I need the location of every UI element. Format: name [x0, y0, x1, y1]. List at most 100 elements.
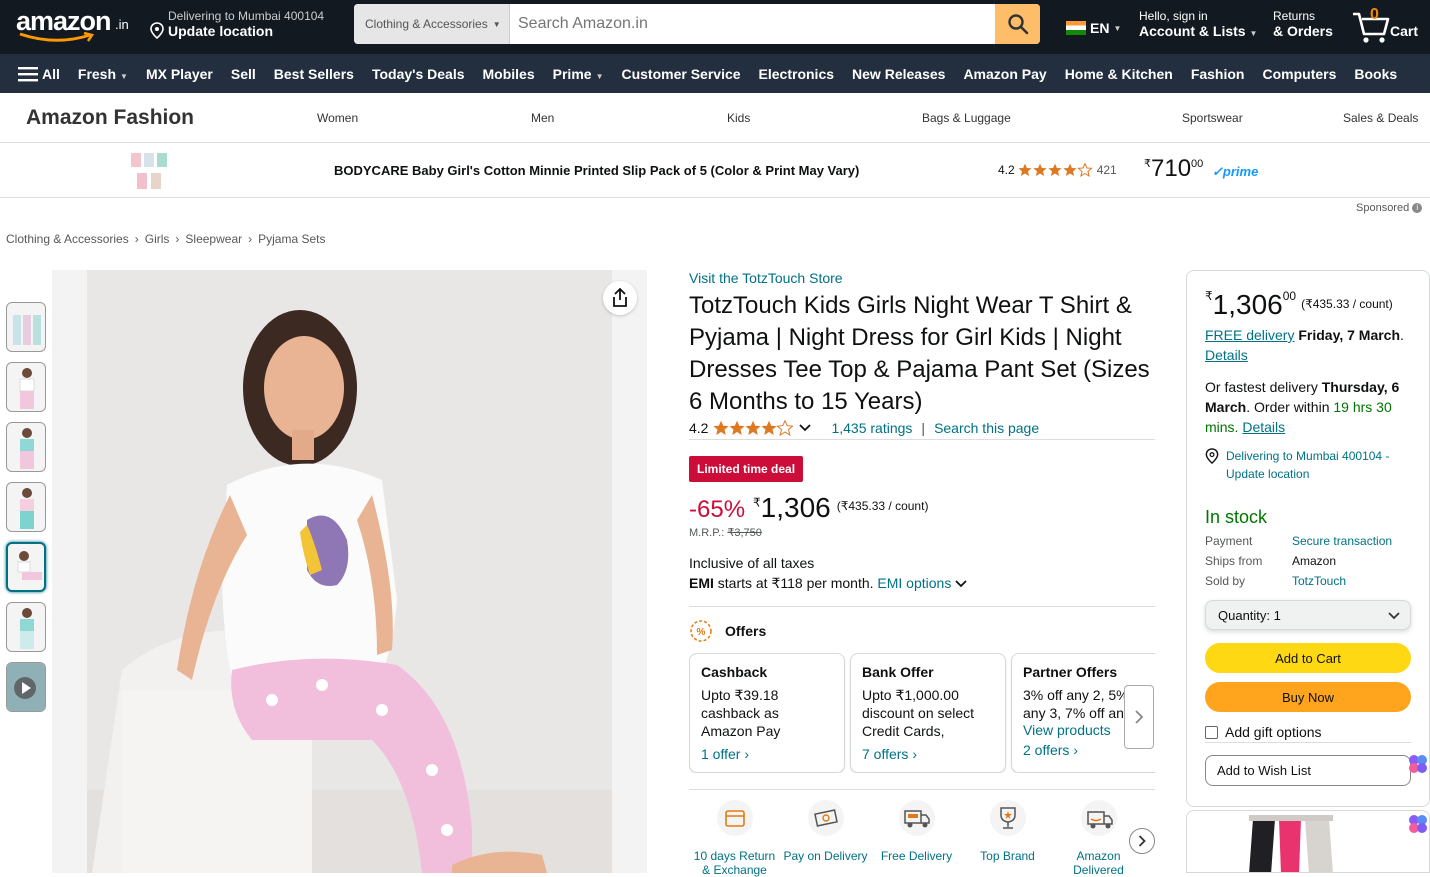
- fashion-cat-sportswear[interactable]: Sportswear: [1182, 111, 1243, 125]
- thumbnail[interactable]: [6, 362, 46, 412]
- nav-item-best-sellers[interactable]: Best Sellers: [274, 66, 354, 82]
- main-product-image[interactable]: [52, 270, 647, 873]
- main-nav: All Fresh ▼ MX Player Sell Best Sellers T…: [0, 54, 1430, 93]
- nav-item-home-kitchen[interactable]: Home & Kitchen: [1065, 66, 1173, 82]
- nav-item-electronics[interactable]: Electronics: [759, 66, 834, 82]
- breadcrumb-item[interactable]: Girls: [145, 232, 170, 246]
- add-to-cart-button[interactable]: Add to Cart: [1205, 643, 1411, 673]
- currency-symbol: ₹: [753, 495, 761, 510]
- breadcrumb-item[interactable]: Clothing & Accessories: [6, 232, 129, 246]
- feature-top-brand[interactable]: Top Brand: [962, 798, 1053, 877]
- store-link[interactable]: Visit the TotzTouch Store: [689, 270, 1155, 286]
- sponsored-ad-card[interactable]: [1186, 810, 1430, 873]
- offers-carousel: Cashback Upto ₹39.18 cashback as Amazon …: [689, 653, 1155, 773]
- add-to-wishlist-button[interactable]: Add to Wish List: [1205, 755, 1411, 786]
- nav-item-sell[interactable]: Sell: [231, 66, 256, 82]
- fashion-cat-sales-deals[interactable]: Sales & Deals: [1343, 111, 1418, 125]
- separator: |: [921, 420, 926, 436]
- fashion-cat-bags-luggage[interactable]: Bags & Luggage: [922, 111, 1011, 125]
- amazon-fashion-brand[interactable]: Amazon Fashion: [26, 106, 194, 130]
- all-menu-button[interactable]: All: [18, 66, 60, 82]
- prime-badge: ✓prime: [1212, 164, 1259, 179]
- breadcrumb-item[interactable]: Pyjama Sets: [258, 232, 325, 246]
- feature-free-delivery[interactable]: Free Delivery: [871, 798, 962, 877]
- fashion-cat-kids[interactable]: Kids: [727, 111, 750, 125]
- breadcrumb-item[interactable]: Sleepwear: [185, 232, 242, 246]
- offer-description: Upto ₹1,000.00 discount on select Credit…: [862, 687, 975, 739]
- info-icon: i: [1412, 203, 1423, 213]
- sponsored-rating[interactable]: 4.2 421: [998, 163, 1117, 177]
- gift-options-checkbox[interactable]: [1205, 725, 1218, 739]
- nav-item-label: Prime: [552, 65, 592, 82]
- offer-link[interactable]: 1 offer ›: [701, 746, 833, 762]
- returns-label: Returns: [1273, 9, 1316, 23]
- secure-transaction-link[interactable]: Secure transaction: [1292, 534, 1392, 548]
- language-selector[interactable]: EN ▼: [1066, 20, 1121, 36]
- sponsored-product-title[interactable]: BODYCARE Baby Girl's Cotton Minnie Print…: [334, 163, 859, 178]
- nav-item-mx-player[interactable]: MX Player: [146, 66, 213, 82]
- seller-link[interactable]: TotzTouch: [1292, 574, 1346, 588]
- details-link[interactable]: Details: [1242, 419, 1285, 435]
- offer-card-cashback[interactable]: Cashback Upto ₹39.18 cashback as Amazon …: [689, 653, 845, 773]
- quantity-dropdown[interactable]: Quantity: 1: [1205, 600, 1411, 630]
- offers-header: % Offers: [689, 619, 1155, 643]
- sponsored-product-banner[interactable]: BODYCARE Baby Girl's Cotton Minnie Print…: [0, 143, 1430, 198]
- nav-item-prime[interactable]: Prime ▼: [553, 66, 604, 82]
- thumbnail[interactable]: [6, 422, 46, 472]
- account-lists-label: Account & Lists: [1139, 23, 1246, 39]
- fashion-cat-men[interactable]: Men: [531, 111, 554, 125]
- search-this-page-link[interactable]: Search this page: [934, 420, 1039, 436]
- details-link[interactable]: Details: [1205, 347, 1248, 363]
- offers-next-button[interactable]: [1124, 685, 1154, 749]
- features-next-button[interactable]: [1129, 828, 1155, 854]
- buy-box: ₹1,306 00 (₹435.33 / count) FREE delivery…: [1186, 270, 1430, 807]
- offer-card-bank[interactable]: Bank Offer Upto ₹1,000.00 discount on se…: [850, 653, 1006, 773]
- nav-item-mobiles[interactable]: Mobiles: [483, 66, 535, 82]
- cash-delivery-icon: [807, 800, 844, 836]
- nav-item-amazon-pay[interactable]: Amazon Pay: [963, 66, 1046, 82]
- chevron-right-icon: [1135, 710, 1144, 724]
- delivery-location-link[interactable]: Delivering to Mumbai 400104 - Update loc…: [1205, 447, 1411, 483]
- nav-item-todays-deals[interactable]: Today's Deals: [372, 66, 465, 82]
- search-button[interactable]: [995, 4, 1040, 44]
- thumbnail[interactable]: [6, 482, 46, 532]
- nav-item-new-releases[interactable]: New Releases: [852, 66, 945, 82]
- location-pin-icon: [150, 22, 164, 39]
- gift-options-label[interactable]: Add gift options: [1225, 724, 1322, 740]
- thumbnail-selected[interactable]: [6, 542, 46, 592]
- price-whole: 1,306: [1212, 289, 1283, 320]
- chevron-down-icon[interactable]: [798, 423, 812, 433]
- nav-item-books[interactable]: Books: [1354, 66, 1397, 82]
- offer-title: Cashback: [701, 664, 768, 680]
- sponsored-product-image[interactable]: [128, 149, 174, 193]
- search-category-dropdown[interactable]: Clothing & Accessories ▼: [354, 4, 510, 44]
- amazon-logo[interactable]: amazon .in: [16, 6, 134, 48]
- account-lists-menu[interactable]: Hello, sign in Account & Lists ▼: [1139, 9, 1257, 39]
- assistant-bubble-icon[interactable]: [1406, 752, 1430, 776]
- search-input[interactable]: [510, 4, 995, 44]
- cart-count: 0: [1370, 6, 1379, 23]
- payment-label: Payment: [1205, 534, 1253, 548]
- thumbnail[interactable]: [6, 302, 46, 352]
- nav-item-fresh[interactable]: Fresh ▼: [78, 66, 128, 82]
- nav-item-computers[interactable]: Computers: [1262, 66, 1336, 82]
- feature-pay-on-delivery[interactable]: Pay on Delivery: [780, 798, 871, 877]
- cart-button[interactable]: 0 Cart: [1350, 6, 1422, 46]
- feature-return[interactable]: 10 days Return & Exchange: [689, 798, 780, 877]
- review-count: 421: [1096, 163, 1117, 177]
- assistant-bubble-icon[interactable]: [1406, 812, 1430, 836]
- offer-link[interactable]: 7 offers ›: [862, 746, 994, 762]
- nav-item-customer-service[interactable]: Customer Service: [621, 66, 740, 82]
- returns-orders-link[interactable]: Returns & Orders: [1273, 9, 1333, 39]
- video-thumbnail[interactable]: [6, 662, 46, 712]
- sponsored-label[interactable]: Sponsored i: [1356, 202, 1423, 214]
- free-delivery-link[interactable]: FREE delivery: [1205, 327, 1294, 343]
- emi-options-link[interactable]: EMI options: [877, 575, 967, 591]
- star-rating-icon[interactable]: [713, 420, 794, 436]
- thumbnail[interactable]: [6, 602, 46, 652]
- nav-item-fashion[interactable]: Fashion: [1191, 66, 1245, 82]
- fashion-cat-women[interactable]: Women: [317, 111, 358, 125]
- ratings-count-link[interactable]: 1,435 ratings: [831, 420, 912, 436]
- share-button[interactable]: [603, 281, 637, 315]
- buy-now-button[interactable]: Buy Now: [1205, 682, 1411, 712]
